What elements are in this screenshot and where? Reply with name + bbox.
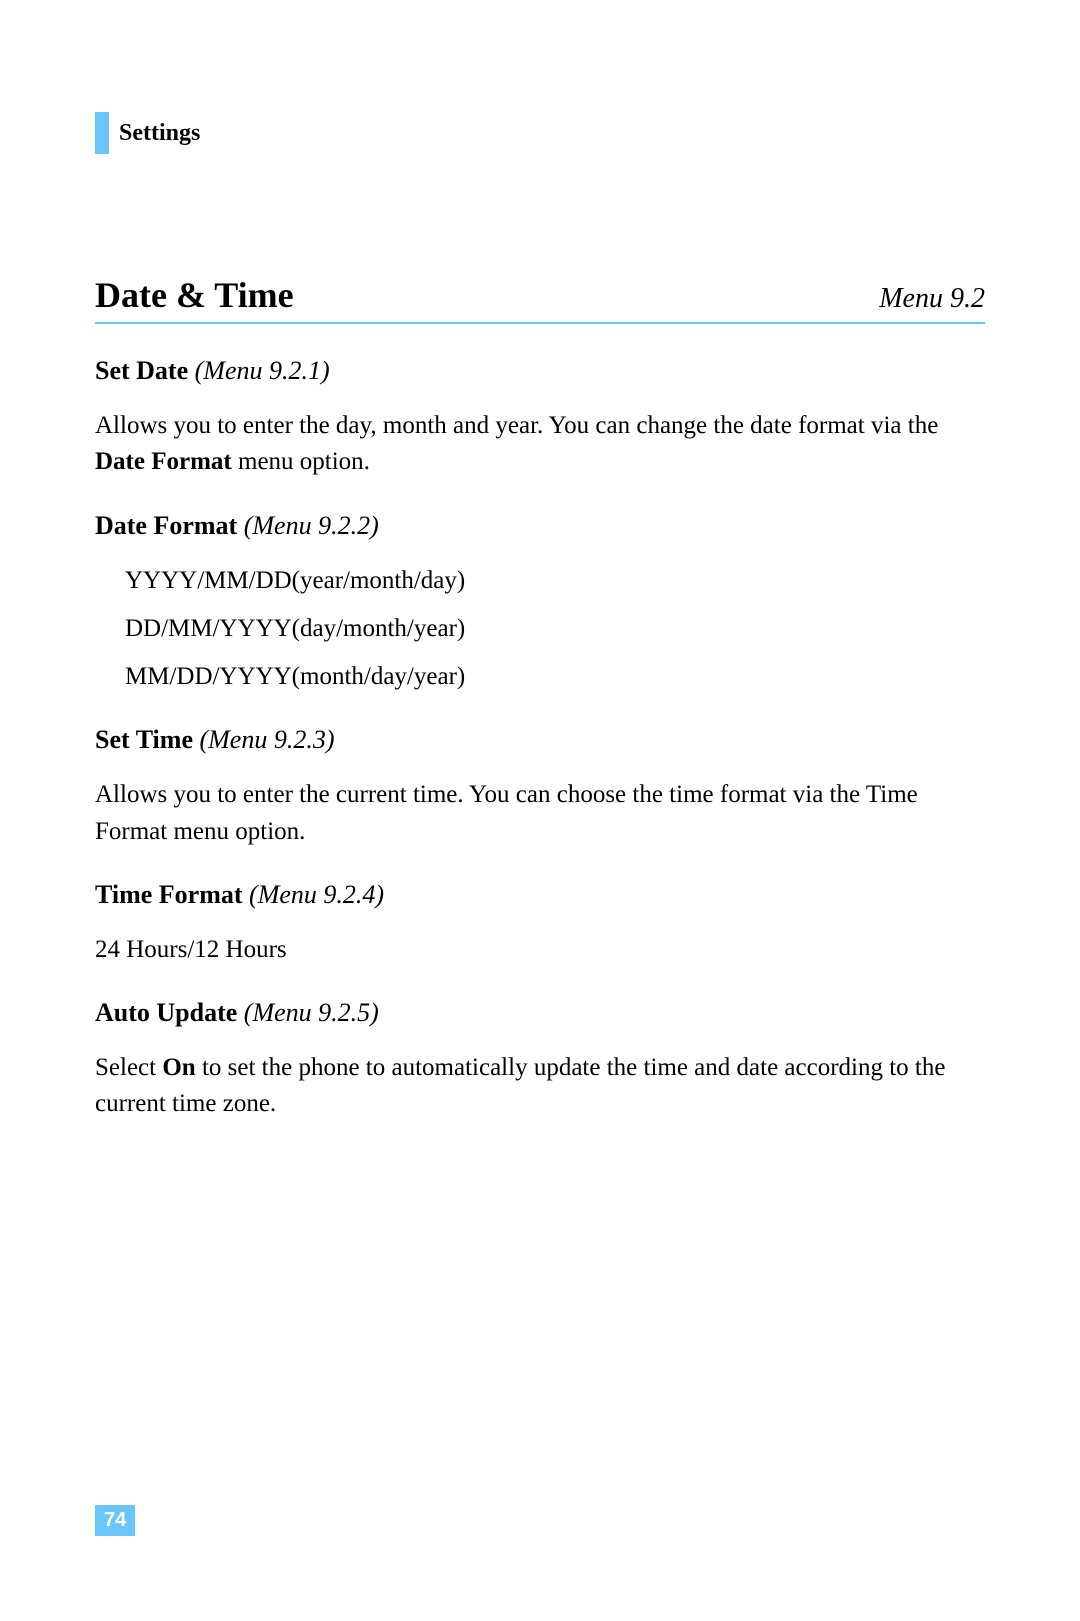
page-menu-ref: Menu 9.2 [879, 283, 985, 315]
auto-update-title-text: Auto Update [95, 998, 237, 1027]
set-date-body-bold: Date Format [95, 448, 232, 475]
title-row: Date & Time Menu 9.2 [95, 274, 985, 324]
set-time-body: Allows you to enter the current time. Yo… [95, 777, 985, 850]
time-format-title: Time Format (Menu 9.2.4) [95, 880, 985, 910]
time-format-title-text: Time Format [95, 880, 243, 909]
set-date-body-pre: Allows you to enter the day, month and y… [95, 412, 938, 439]
section-auto-update: Auto Update (Menu 9.2.5) Select On to se… [95, 998, 985, 1123]
auto-update-body-bold: On [162, 1054, 195, 1081]
auto-update-menu-ref: (Menu 9.2.5) [244, 998, 379, 1027]
page-content: Settings Date & Time Menu 9.2 Set Date (… [0, 0, 1080, 1123]
section-set-time: Set Time (Menu 9.2.3) Allows you to ente… [95, 725, 985, 850]
time-format-body: 24 Hours/12 Hours [95, 932, 985, 968]
section-time-format: Time Format (Menu 9.2.4) 24 Hours/12 Hou… [95, 880, 985, 968]
page-number: 74 [95, 1505, 135, 1536]
header-label: Settings [119, 120, 200, 147]
auto-update-body: Select On to set the phone to automatica… [95, 1050, 985, 1123]
page-header: Settings [95, 112, 985, 154]
section-date-format: Date Format (Menu 9.2.2) YYYY/MM/DD(year… [95, 511, 985, 696]
set-date-title: Set Date (Menu 9.2.1) [95, 356, 985, 386]
date-format-menu-ref: (Menu 9.2.2) [244, 511, 379, 540]
auto-update-body-post: to set the phone to automatically update… [95, 1054, 945, 1117]
auto-update-title: Auto Update (Menu 9.2.5) [95, 998, 985, 1028]
set-date-body: Allows you to enter the day, month and y… [95, 408, 985, 481]
header-accent-bar [95, 112, 109, 154]
set-date-body-post: menu option. [232, 448, 370, 475]
date-format-item: DD/MM/YYYY(day/month/year) [125, 611, 985, 647]
set-time-title-text: Set Time [95, 725, 193, 754]
time-format-menu-ref: (Menu 9.2.4) [249, 880, 384, 909]
page-title: Date & Time [95, 274, 294, 316]
set-date-menu-ref: (Menu 9.2.1) [195, 356, 330, 385]
date-format-list: YYYY/MM/DD(year/month/day) DD/MM/YYYY(da… [95, 563, 985, 696]
date-format-item: MM/DD/YYYY(month/day/year) [125, 659, 985, 695]
date-format-title: Date Format (Menu 9.2.2) [95, 511, 985, 541]
set-date-title-text: Set Date [95, 356, 188, 385]
date-format-title-text: Date Format [95, 511, 237, 540]
section-set-date: Set Date (Menu 9.2.1) Allows you to ente… [95, 356, 985, 481]
auto-update-body-pre: Select [95, 1054, 162, 1081]
set-time-menu-ref: (Menu 9.2.3) [199, 725, 334, 754]
set-time-title: Set Time (Menu 9.2.3) [95, 725, 985, 755]
date-format-item: YYYY/MM/DD(year/month/day) [125, 563, 985, 599]
